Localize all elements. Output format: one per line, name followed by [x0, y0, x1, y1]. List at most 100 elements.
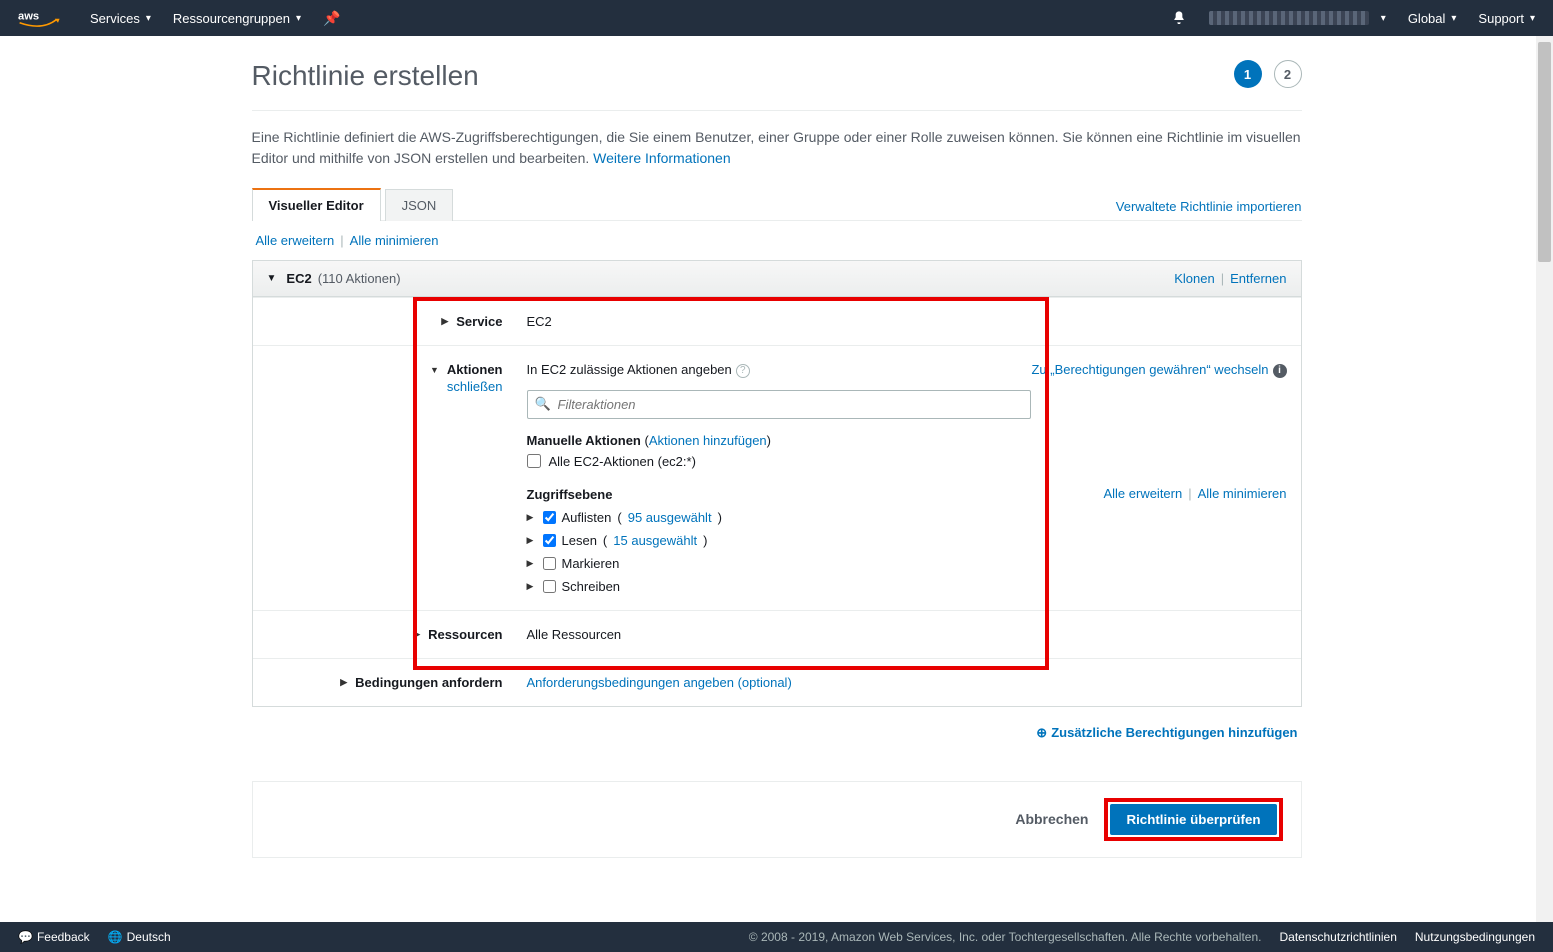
- import-managed-policy-link[interactable]: Verwaltete Richtlinie importieren: [1116, 199, 1302, 214]
- collapse-triangle-icon[interactable]: ▼: [430, 365, 439, 375]
- nav-support[interactable]: Support ▾: [1478, 11, 1535, 26]
- nav-support-label: Support: [1478, 11, 1524, 26]
- level-read-label: Lesen: [562, 533, 597, 548]
- language-selector[interactable]: 🌐Deutsch: [108, 930, 171, 944]
- nav-account[interactable]: ▾: [1209, 11, 1386, 25]
- levels-collapse-all-link[interactable]: Alle minimieren: [1198, 486, 1287, 501]
- expand-triangle-icon[interactable]: ▶: [527, 535, 535, 546]
- bell-icon: [1171, 10, 1187, 26]
- help-icon[interactable]: ?: [736, 364, 750, 378]
- footer-bar: 💬Feedback 🌐Deutsch © 2008 - 2019, Amazon…: [0, 922, 1553, 952]
- level-write-row: ▶ Schreiben: [527, 579, 1287, 594]
- conditions-specify-link[interactable]: Anforderungsbedingungen angeben (optiona…: [527, 675, 792, 690]
- section-resources: ▶Ressourcen Alle Ressourcen: [253, 610, 1301, 658]
- actions-label: Aktionen: [447, 362, 503, 377]
- level-tag-label: Markieren: [562, 556, 620, 571]
- nav-resource-groups[interactable]: Ressourcengruppen ▾: [173, 11, 301, 26]
- expand-triangle-icon[interactable]: ▶: [340, 677, 347, 688]
- manual-actions-label: Manuelle Aktionen: [527, 433, 641, 448]
- expand-triangle-icon[interactable]: ▶: [527, 558, 535, 569]
- level-list-checkbox[interactable]: [543, 511, 556, 524]
- more-info-link[interactable]: Weitere Informationen: [593, 150, 730, 166]
- nav-services-label: Services: [90, 11, 140, 26]
- all-ec2-actions-checkbox[interactable]: [527, 454, 541, 468]
- level-write-checkbox[interactable]: [543, 580, 556, 593]
- review-policy-button[interactable]: Richtlinie überprüfen: [1110, 804, 1276, 835]
- actions-close-link[interactable]: schließen: [447, 379, 503, 394]
- expand-triangle-icon[interactable]: ▶: [527, 512, 535, 523]
- terms-link[interactable]: Nutzungsbedingungen: [1415, 930, 1535, 944]
- level-write-label: Schreiben: [562, 579, 621, 594]
- level-read-selected-link[interactable]: 15 ausgewählt: [613, 533, 697, 548]
- clone-link[interactable]: Klonen: [1174, 271, 1214, 286]
- level-read-checkbox[interactable]: [543, 534, 556, 547]
- service-label: Service: [456, 314, 502, 329]
- level-read-row: ▶ Lesen (15 ausgewählt): [527, 533, 1287, 548]
- permission-block-header[interactable]: ▼ EC2 (110 Aktionen) Klonen|Entfernen: [253, 261, 1301, 297]
- expand-triangle-icon[interactable]: ▶: [413, 629, 420, 640]
- cancel-button[interactable]: Abbrechen: [1015, 811, 1088, 827]
- svg-text:aws: aws: [18, 11, 39, 23]
- bottom-action-bar: Abbrechen Richtlinie überprüfen: [252, 781, 1302, 858]
- collapse-all-link[interactable]: Alle minimieren: [350, 233, 439, 248]
- notifications-bell[interactable]: [1171, 10, 1187, 26]
- remove-link[interactable]: Entfernen: [1230, 271, 1286, 286]
- account-name-redacted: [1209, 11, 1369, 25]
- nav-region[interactable]: Global ▾: [1408, 11, 1457, 26]
- chevron-down-icon: ▾: [146, 13, 151, 24]
- level-list-label: Auflisten: [562, 510, 612, 525]
- nav-region-label: Global: [1408, 11, 1446, 26]
- service-name: EC2: [286, 271, 311, 286]
- level-list-row: ▶ Auflisten (95 ausgewählt): [527, 510, 1287, 525]
- action-count: (110 Aktionen): [318, 271, 401, 286]
- globe-icon: 🌐: [108, 930, 123, 944]
- levels-expand-all-link[interactable]: Alle erweitern: [1103, 486, 1182, 501]
- expand-triangle-icon[interactable]: ▶: [527, 581, 535, 592]
- page-content: Richtlinie erstellen 1 2 Eine Richtlinie…: [232, 36, 1322, 918]
- search-icon: 🔍: [535, 396, 551, 412]
- info-icon[interactable]: i: [1273, 364, 1287, 378]
- top-navbar: aws Services ▾ Ressourcengruppen ▾ 📌 ▾ Glo…: [0, 0, 1553, 36]
- tab-visual-editor[interactable]: Visueller Editor: [252, 188, 381, 221]
- annotation-highlight-review-button: Richtlinie überprüfen: [1104, 798, 1282, 841]
- resources-value: Alle Ressourcen: [527, 627, 1287, 642]
- switch-to-grant-link[interactable]: Zu „Berechtigungen gewähren“ wechseln: [1031, 362, 1268, 377]
- privacy-link[interactable]: Datenschutzrichtlinien: [1279, 930, 1396, 944]
- chevron-down-icon: ▾: [296, 13, 301, 24]
- service-value: EC2: [527, 314, 1287, 329]
- intro-text: Eine Richtlinie definiert die AWS-Zugrif…: [252, 127, 1302, 169]
- chevron-down-icon: ▾: [1530, 13, 1535, 24]
- aws-logo[interactable]: aws: [18, 8, 66, 28]
- filter-actions-input[interactable]: [527, 390, 1031, 419]
- permission-block: ▼ EC2 (110 Aktionen) Klonen|Entfernen ▶ S…: [252, 260, 1302, 707]
- plus-circle-icon: ⊕: [1036, 725, 1047, 740]
- pin-icon[interactable]: 📌: [323, 10, 340, 27]
- add-actions-link[interactable]: Aktionen hinzufügen: [649, 433, 767, 448]
- level-list-selected-link[interactable]: 95 ausgewählt: [628, 510, 712, 525]
- all-ec2-actions-label: Alle EC2-Aktionen (ec2:*): [549, 454, 696, 469]
- section-conditions: ▶ Bedingungen anfordern Anforderungsbedin…: [253, 658, 1301, 706]
- level-tag-checkbox[interactable]: [543, 557, 556, 570]
- nav-services[interactable]: Services ▾: [90, 11, 151, 26]
- documentation-side-tab[interactable]: Dokumentation: [0, 379, 11, 476]
- section-service: ▶ Service EC2: [253, 297, 1301, 345]
- scrollbar-thumb[interactable]: [1538, 42, 1551, 262]
- nav-resource-groups-label: Ressourcengruppen: [173, 11, 290, 26]
- conditions-label: Bedingungen anfordern: [355, 675, 502, 690]
- wizard-step-2[interactable]: 2: [1274, 60, 1302, 88]
- scrollbar[interactable]: [1536, 36, 1553, 922]
- feedback-link[interactable]: 💬Feedback: [18, 930, 90, 944]
- speech-bubble-icon: 💬: [18, 930, 33, 944]
- wizard-step-1[interactable]: 1: [1234, 60, 1262, 88]
- page-title: Richtlinie erstellen: [252, 60, 1234, 92]
- copyright-text: © 2008 - 2019, Amazon Web Services, Inc.…: [749, 930, 1262, 944]
- expand-all-link[interactable]: Alle erweitern: [256, 233, 335, 248]
- expand-triangle-icon[interactable]: ▶: [441, 316, 448, 327]
- chevron-down-icon: ▾: [1381, 13, 1386, 24]
- section-actions: ▼ Aktionen schließen In EC2 zulässige Ak…: [253, 345, 1301, 610]
- level-tag-row: ▶ Markieren: [527, 556, 1287, 571]
- chevron-down-icon: ▾: [1451, 13, 1456, 24]
- collapse-triangle-icon: ▼: [267, 273, 277, 284]
- add-permissions-link[interactable]: ⊕Zusätzliche Berechtigungen hinzufügen: [1036, 725, 1297, 740]
- tab-json[interactable]: JSON: [385, 189, 454, 221]
